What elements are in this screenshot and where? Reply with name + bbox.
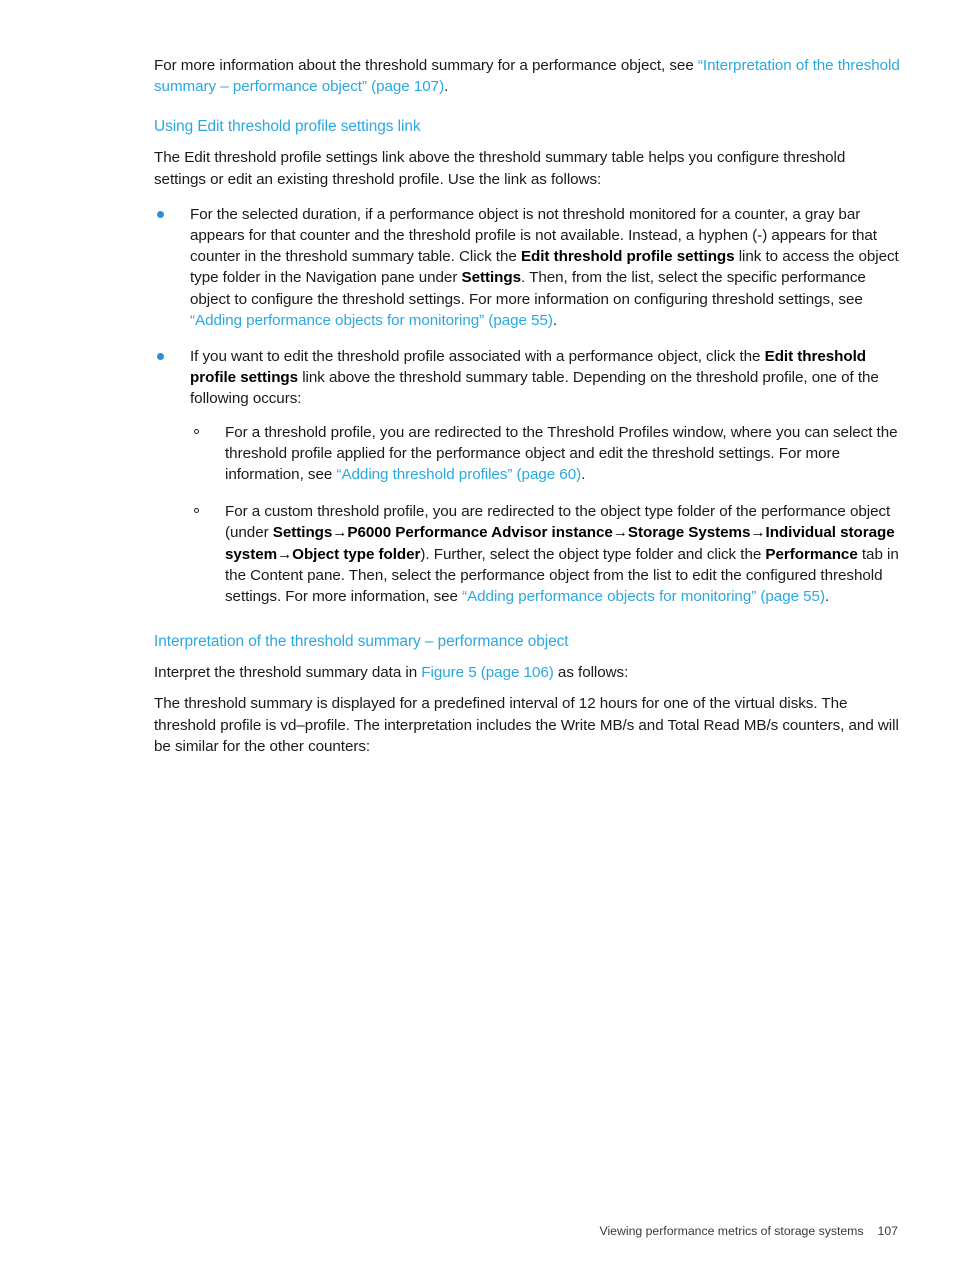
interpretation-intro-paragraph: Interpret the threshold summary data in …: [154, 662, 900, 683]
subbullet-2-bold-performance-tab: Performance: [765, 545, 858, 563]
page-footer: Viewing performance metrics of storage s…: [0, 1224, 954, 1244]
threshold-profile-outcomes-list: For a threshold profile, you are redirec…: [190, 422, 900, 608]
adding-performance-objects-link-1[interactable]: “Adding performance objects for monitori…: [190, 312, 553, 329]
list-item: For a threshold profile, you are redirec…: [190, 422, 900, 486]
sub-bullet-circle-icon: [194, 428, 199, 434]
bullet-dot-icon: [157, 210, 164, 218]
interpretation-text-after: as follows:: [553, 664, 629, 682]
list-item: For a custom threshold profile, you are …: [190, 501, 900, 607]
bullet-1-bold-settings: Settings: [461, 269, 522, 287]
intro-paragraph: For more information about the threshold…: [154, 55, 900, 97]
heading-using-edit-threshold-profile-settings-link: Using Edit threshold profile settings li…: [154, 118, 421, 136]
footer-inner: Viewing performance metrics of storage s…: [600, 1224, 899, 1238]
adding-threshold-profiles-link[interactable]: “Adding threshold profiles” (page 60): [336, 466, 581, 483]
intro-text-before: For more information about the threshold…: [154, 57, 698, 74]
list-item: For the selected duration, if a performa…: [154, 204, 900, 331]
subbullet-1-text-part2: .: [581, 466, 586, 484]
heading-interpretation-of-threshold-summary: Interpretation of the threshold summary …: [154, 633, 569, 651]
document-page: For more information about the threshold…: [0, 0, 954, 1271]
section-using-link-paragraph: The Edit threshold profile settings link…: [154, 149, 846, 188]
bullet-dot-icon: [157, 353, 164, 361]
subbullet-2-text-part2: ). Further, select the object type folde…: [420, 545, 766, 563]
footer-page-number: 107: [877, 1224, 898, 1238]
interpretation-detail-paragraph: The threshold summary is displayed for a…: [154, 695, 899, 755]
bullet-1-bold-edit-threshold-profile-settings: Edit threshold profile settings: [520, 248, 735, 266]
bullet-1-text-part4: .: [552, 311, 558, 329]
sub-bullet-circle-icon: [194, 508, 199, 514]
interpretation-text-before: Interpret the threshold summary data in: [154, 664, 422, 682]
adding-performance-objects-link-2[interactable]: “Adding performance objects for monitori…: [462, 588, 825, 605]
intro-text-after: .: [444, 78, 449, 96]
subbullet-2-text-part4: .: [824, 588, 830, 606]
bullet-2-text-part1: If you want to edit the threshold profil…: [190, 348, 765, 366]
figure-5-cross-reference-link[interactable]: Figure 5 (page 106): [421, 664, 554, 681]
page-content: For more information about the threshold…: [154, 55, 900, 757]
usage-bullet-list: For the selected duration, if a performa…: [154, 204, 900, 607]
list-item: If you want to edit the threshold profil…: [154, 346, 900, 607]
footer-running-title: Viewing performance metrics of storage s…: [599, 1224, 864, 1238]
